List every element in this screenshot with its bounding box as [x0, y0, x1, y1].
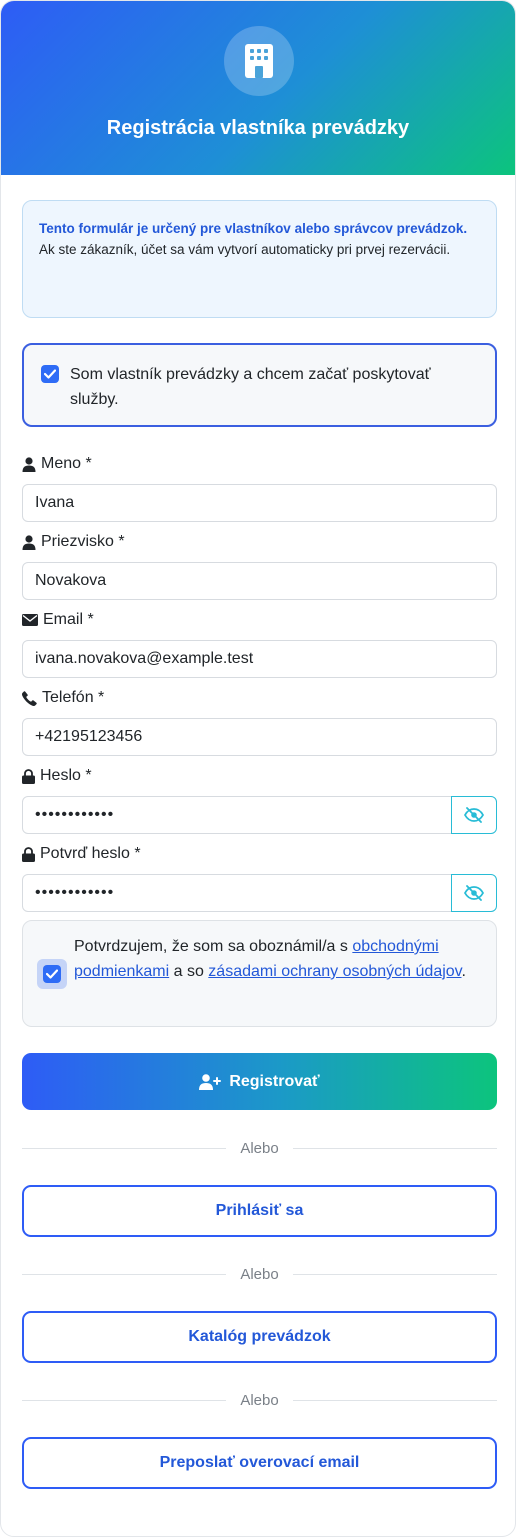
last-name-label: Priezvisko *: [22, 532, 125, 552]
check-icon: [44, 369, 56, 379]
register-button-label: Registrovať: [229, 1072, 320, 1090]
terms-checkbox-focus: [37, 959, 67, 989]
first-name-label-text: Meno *: [41, 455, 92, 472]
eye-slash-icon: [464, 885, 484, 901]
last-name-input[interactable]: Novakova: [22, 562, 497, 600]
terms-text-3: .: [461, 963, 466, 980]
user-icon: [22, 456, 36, 472]
toggle-password-confirm-button[interactable]: [451, 874, 497, 912]
lock-icon: [22, 768, 35, 784]
check-icon: [46, 969, 58, 979]
owner-checkbox[interactable]: [41, 365, 59, 383]
last-name-label-text: Priezvisko *: [41, 533, 125, 550]
divider-label: Alebo: [240, 1139, 279, 1157]
email-label-text: Email *: [43, 611, 94, 628]
email-label: Email *: [22, 610, 94, 630]
page-title: Registrácia vlastníka prevádzky: [106, 117, 410, 139]
eye-slash-icon: [464, 807, 484, 823]
info-strong-text: Tento formulár je určený pre vlastníkov …: [39, 221, 468, 236]
divider: Alebo: [22, 1138, 497, 1158]
phone-label: Telefón *: [22, 688, 104, 708]
registration-header: Registrácia vlastníka prevádzky: [1, 1, 515, 175]
lock-icon: [22, 846, 35, 862]
phone-label-text: Telefón *: [42, 689, 105, 706]
owner-checkbox-label: Som vlastník prevádzky a chcem začať pos…: [70, 366, 431, 408]
building-icon: [224, 26, 294, 96]
first-name-input[interactable]: Ivana: [22, 484, 497, 522]
info-text: Ak ste zákazník, účet sa vám vytvorí aut…: [39, 242, 451, 257]
password-confirm-label: Potvrď heslo *: [22, 844, 141, 864]
divider: Alebo: [22, 1390, 497, 1410]
password-label: Heslo *: [22, 766, 92, 786]
terms-box: Potvrdzujem, že som sa oboznámil/a s obc…: [22, 920, 497, 1027]
user-icon: [22, 534, 36, 550]
login-button[interactable]: Prihlásiť sa: [22, 1185, 497, 1237]
user-plus-icon: [199, 1073, 222, 1090]
email-input[interactable]: ivana.novakova@example.test: [22, 640, 497, 678]
password-confirm-input[interactable]: ••••••••••••: [22, 874, 452, 912]
registration-card: Registrácia vlastníka prevádzky Tento fo…: [0, 0, 516, 1537]
resend-verification-button[interactable]: Preposlať overovací email: [22, 1437, 497, 1489]
privacy-link[interactable]: zásadami ochrany osobných údajov: [208, 963, 461, 980]
password-confirm-label-text: Potvrď heslo *: [40, 845, 141, 862]
owner-confirmation-box: Som vlastník prevádzky a chcem začať pos…: [22, 343, 497, 427]
terms-text-2: a so: [169, 963, 209, 980]
terms-text-1: Potvrdzujem, že som sa oboznámil/a s: [74, 938, 353, 955]
catalog-button[interactable]: Katalóg prevádzok: [22, 1311, 497, 1363]
password-label-text: Heslo *: [40, 767, 92, 784]
envelope-icon: [22, 614, 38, 626]
divider-label: Alebo: [240, 1391, 279, 1409]
password-input[interactable]: ••••••••••••: [22, 796, 452, 834]
first-name-label: Meno *: [22, 454, 92, 474]
phone-icon: [22, 690, 37, 706]
divider-label: Alebo: [240, 1265, 279, 1283]
phone-input[interactable]: +42195123456: [22, 718, 497, 756]
register-button[interactable]: Registrovať: [22, 1053, 497, 1110]
info-alert: Tento formulár je určený pre vlastníkov …: [22, 200, 497, 318]
divider: Alebo: [22, 1264, 497, 1284]
toggle-password-button[interactable]: [451, 796, 497, 834]
terms-checkbox[interactable]: [43, 965, 61, 983]
